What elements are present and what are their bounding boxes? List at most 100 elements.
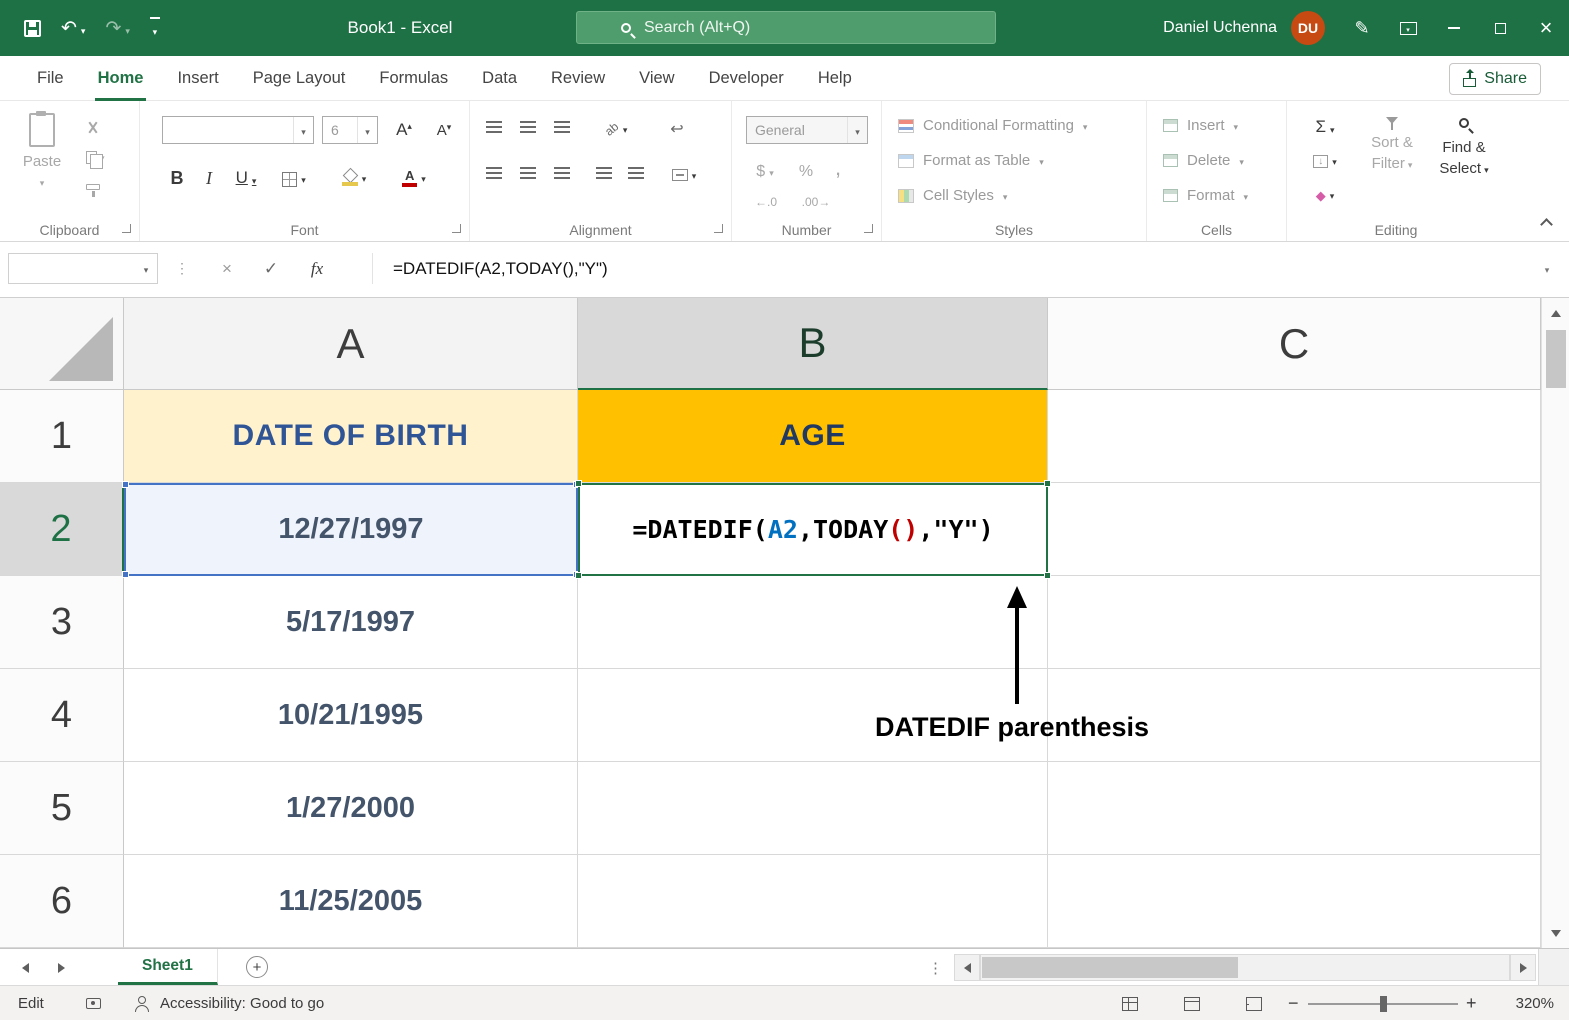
scroll-down-button[interactable]: [1542, 918, 1569, 948]
insert-cells-button[interactable]: Insert: [1163, 117, 1238, 134]
enter-button[interactable]: ✓: [252, 253, 290, 284]
cell-A1[interactable]: DATE OF BIRTH: [124, 390, 578, 483]
reference-handle[interactable]: [122, 571, 129, 578]
wrap-text-button[interactable]: ↩: [662, 115, 692, 143]
expand-formula-bar-button[interactable]: [1533, 253, 1561, 284]
ribbon-tab-home[interactable]: Home: [81, 56, 161, 101]
merge-center-button[interactable]: [662, 163, 706, 187]
dialog-launcher-icon[interactable]: [864, 224, 873, 233]
ribbon-tab-formulas[interactable]: Formulas: [362, 56, 465, 101]
selection-handle[interactable]: [575, 572, 582, 579]
page-layout-view-button[interactable]: [1184, 986, 1200, 1021]
autosum-button[interactable]: Σ: [1305, 115, 1345, 139]
selection-handle[interactable]: [575, 480, 582, 487]
accessibility-status[interactable]: Accessibility: Good to go: [160, 986, 324, 1021]
row-header-6[interactable]: 6: [0, 855, 124, 948]
cell-B1[interactable]: AGE: [578, 390, 1048, 483]
ribbon-tab-file[interactable]: File: [20, 56, 81, 101]
bold-button[interactable]: B: [162, 163, 192, 193]
save-button[interactable]: [24, 20, 41, 37]
column-header-a[interactable]: A: [124, 298, 578, 390]
align-bottom-button[interactable]: [554, 121, 570, 133]
dialog-launcher-icon[interactable]: [122, 224, 131, 233]
zoom-slider[interactable]: [1308, 986, 1458, 1021]
column-header-c[interactable]: C: [1048, 298, 1541, 390]
cell-A5[interactable]: 1/27/2000: [124, 762, 578, 855]
font-color-button[interactable]: A: [392, 163, 436, 193]
name-box-dropdown[interactable]: [135, 254, 157, 283]
align-center-button[interactable]: [520, 167, 536, 179]
format-cells-button[interactable]: Format: [1163, 187, 1248, 204]
scroll-right-button[interactable]: [1510, 954, 1536, 981]
minimize-button[interactable]: [1431, 0, 1477, 56]
cell-A2[interactable]: 12/27/1997: [124, 483, 578, 576]
decrease-decimal-button[interactable]: .00→: [794, 191, 838, 213]
combo-dropdown[interactable]: [847, 117, 867, 143]
avatar[interactable]: DU: [1291, 11, 1325, 45]
vertical-scrollbar[interactable]: [1541, 298, 1569, 948]
format-as-table-button[interactable]: Format as Table: [898, 152, 1044, 169]
cell-C3[interactable]: [1048, 576, 1541, 669]
sort-filter-button[interactable]: Sort & Filter: [1359, 115, 1425, 174]
borders-button[interactable]: [274, 167, 314, 191]
row-header-4[interactable]: 4: [0, 669, 124, 762]
cancel-button[interactable]: ×: [208, 253, 246, 284]
ribbon-tab-help[interactable]: Help: [801, 56, 869, 101]
cell-B5[interactable]: [578, 762, 1048, 855]
page-break-view-button[interactable]: [1246, 986, 1262, 1021]
percent-style-button[interactable]: %: [794, 159, 818, 185]
formula-bar-resize-handle[interactable]: ⋮: [172, 253, 192, 284]
orientation-button[interactable]: ab: [596, 117, 636, 141]
align-right-button[interactable]: [554, 167, 570, 179]
select-all-button[interactable]: [0, 298, 124, 390]
ribbon-tab-insert[interactable]: Insert: [160, 56, 235, 101]
clear-button[interactable]: ◆: [1305, 183, 1345, 207]
increase-decimal-button[interactable]: ←.0: [746, 191, 786, 213]
ribbon-tab-developer[interactable]: Developer: [692, 56, 801, 101]
ribbon-tab-review[interactable]: Review: [534, 56, 622, 101]
decrease-indent-button[interactable]: [596, 167, 612, 179]
cell-C5[interactable]: [1048, 762, 1541, 855]
combo-dropdown[interactable]: [357, 117, 377, 143]
font-size-combo[interactable]: 6: [322, 116, 378, 144]
cell-A6[interactable]: 11/25/2005: [124, 855, 578, 948]
add-sheet-button[interactable]: +: [246, 956, 268, 978]
tab-splitter-handle[interactable]: ⋮: [928, 949, 943, 986]
customize-qat-button[interactable]: [150, 17, 160, 39]
cell-A3[interactable]: 5/17/1997: [124, 576, 578, 669]
cell-styles-button[interactable]: Cell Styles: [898, 187, 1007, 204]
zoom-thumb[interactable]: [1380, 996, 1387, 1012]
align-left-button[interactable]: [486, 167, 502, 179]
zoom-track[interactable]: [1308, 1003, 1458, 1005]
row-header-5[interactable]: 5: [0, 762, 124, 855]
close-button[interactable]: ×: [1523, 0, 1569, 56]
paste-button[interactable]: Paste: [14, 113, 70, 209]
row-header-1[interactable]: 1: [0, 390, 124, 483]
fill-color-button[interactable]: [332, 163, 376, 193]
user-name[interactable]: Daniel Uchenna: [1163, 19, 1277, 37]
sheet-nav-right-button[interactable]: [46, 949, 76, 986]
combo-dropdown[interactable]: [293, 117, 313, 143]
increase-indent-button[interactable]: [628, 167, 644, 179]
insert-function-button[interactable]: fx: [298, 253, 336, 284]
increase-font-size-button[interactable]: A: [386, 116, 422, 144]
cell-A4[interactable]: 10/21/1995: [124, 669, 578, 762]
dialog-launcher-icon[interactable]: [714, 224, 723, 233]
ribbon-display-options-button[interactable]: [1385, 0, 1431, 56]
cell-C6[interactable]: [1048, 855, 1541, 948]
cell-C1[interactable]: [1048, 390, 1541, 483]
cut-button[interactable]: [86, 119, 105, 135]
zoom-out-button[interactable]: −: [1288, 986, 1299, 1021]
cell-C2[interactable]: [1048, 483, 1541, 576]
formula-input[interactable]: =DATEDIF(A2,TODAY(),"Y"): [372, 253, 1529, 284]
number-format-combo[interactable]: General: [746, 116, 868, 144]
copy-button[interactable]: [86, 149, 105, 165]
redo-button[interactable]: ↷: [105, 17, 129, 40]
horizontal-scroll-thumb[interactable]: [982, 957, 1238, 978]
font-name-combo[interactable]: [162, 116, 314, 144]
name-box[interactable]: [8, 253, 158, 284]
find-select-button[interactable]: Find & Select: [1431, 115, 1497, 179]
scroll-left-button[interactable]: [954, 954, 980, 981]
selection-handle[interactable]: [1044, 572, 1051, 579]
row-header-3[interactable]: 3: [0, 576, 124, 669]
